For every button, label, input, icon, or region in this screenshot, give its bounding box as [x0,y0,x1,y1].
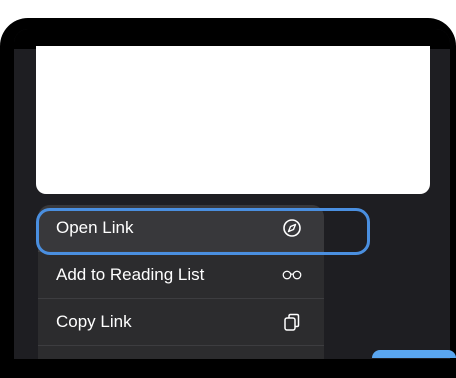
screen: Open Link Add to Reading List Copy Link [14,29,450,359]
link-preview-card [36,46,430,194]
compass-icon [282,218,302,238]
menu-item-open-link[interactable]: Open Link [38,205,324,252]
context-menu: Open Link Add to Reading List Copy Link [38,205,324,359]
menu-item-copy-link[interactable]: Copy Link [38,299,324,346]
menu-item-label: Add to Reading List [56,265,205,284]
menu-item-share[interactable] [38,346,324,359]
glasses-icon [282,265,302,285]
menu-item-add-to-reading-list[interactable]: Add to Reading List [38,252,324,299]
menu-item-label: Copy Link [56,312,132,331]
menu-item-label: Open Link [56,218,134,237]
copy-icon [282,312,302,332]
